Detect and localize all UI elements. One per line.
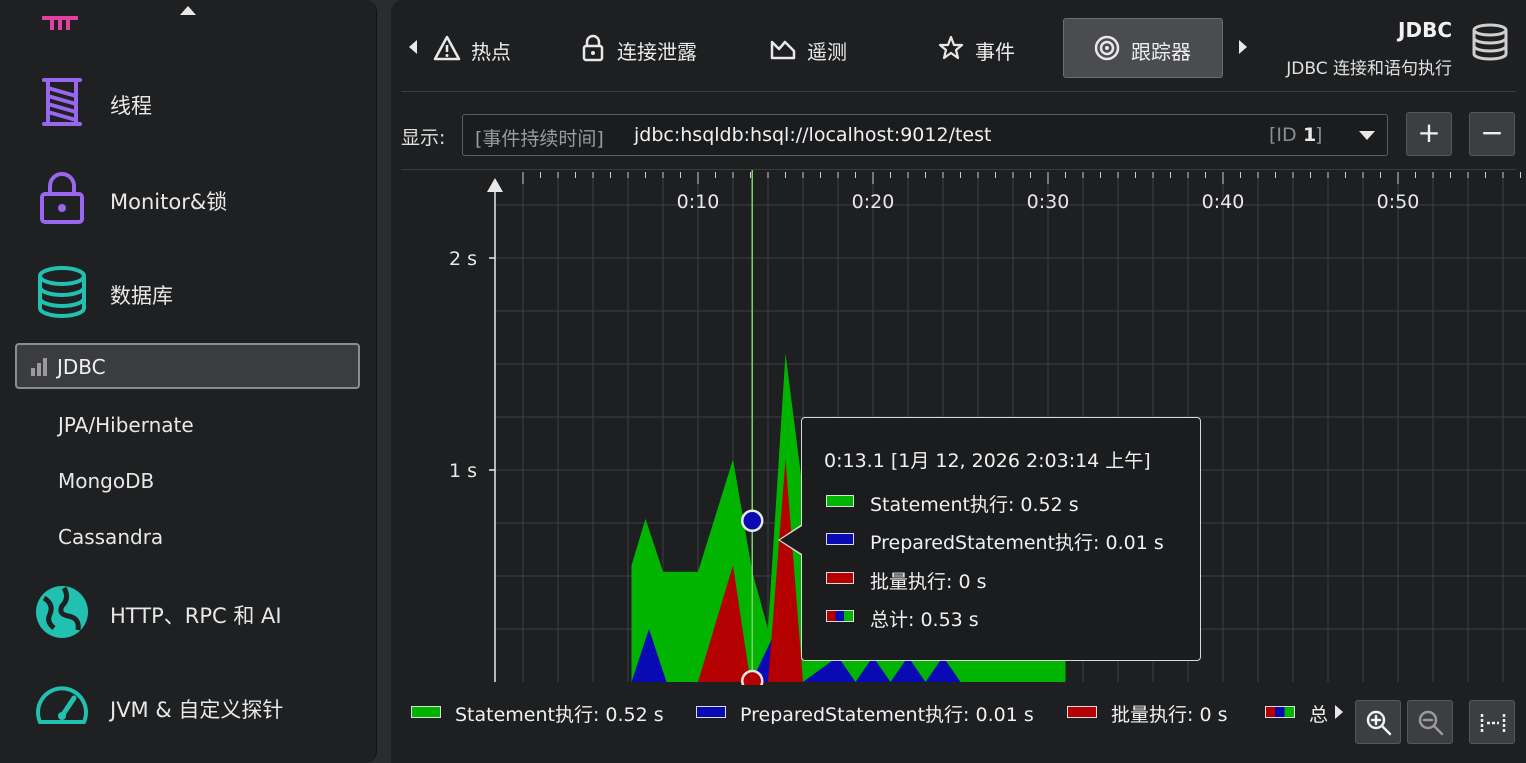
gauge-icon bbox=[36, 686, 88, 724]
tooltip-pointer-inner bbox=[780, 526, 802, 554]
globe-icon bbox=[36, 586, 88, 638]
legend-label: 批量执行: 0 s bbox=[1111, 704, 1228, 724]
tab-label: 跟踪器 bbox=[1131, 40, 1191, 64]
tabs-scroll-left[interactable] bbox=[409, 40, 417, 54]
tab-label: 事件 bbox=[975, 40, 1015, 64]
fit-width-button[interactable] bbox=[1469, 700, 1515, 744]
cursor-marker-prepared bbox=[741, 509, 764, 533]
chevron-down-icon bbox=[1359, 131, 1375, 140]
sidebar-item-label: 线程 bbox=[110, 94, 152, 118]
tooltip-row-label: PreparedStatement执行: 0.01 s bbox=[870, 532, 1164, 554]
sidebar-item-label: JDBC bbox=[57, 355, 106, 379]
zoom-out-button[interactable] bbox=[1407, 700, 1453, 744]
sidebar-item-label: HTTP、RPC 和 AI bbox=[110, 604, 282, 628]
prepared-swatch bbox=[826, 533, 854, 545]
legend-label: PreparedStatement执行: 0.01 s bbox=[740, 704, 1034, 724]
main-panel: 热点 连接泄露 遥测 事件 跟踪器 JDBC JDBC 连接和语句执行 显示: … bbox=[391, 0, 1526, 763]
database-icon bbox=[1472, 23, 1508, 61]
sidebar-item-database[interactable]: 数据库 bbox=[0, 254, 376, 334]
tooltip-row-label: 批量执行: 0 s bbox=[870, 571, 987, 593]
sidebar-item-label: JVM & 自定义探针 bbox=[110, 698, 284, 722]
add-button[interactable]: + bbox=[1406, 112, 1452, 156]
partial-icon bbox=[42, 16, 78, 30]
statement-swatch bbox=[411, 706, 441, 718]
view-subtitle: JDBC 连接和语句执行 bbox=[1286, 59, 1452, 79]
display-id-label: [ID bbox=[1269, 124, 1297, 146]
sidebar-subitem-cassandra[interactable]: Cassandra bbox=[58, 525, 163, 549]
sidebar-subitem-mongodb[interactable]: MongoDB bbox=[58, 469, 154, 493]
lock-icon bbox=[40, 172, 84, 224]
bars-icon bbox=[31, 358, 47, 376]
sidebar-subitem-jpa[interactable]: JPA/Hibernate bbox=[58, 413, 194, 437]
total-swatch bbox=[826, 610, 854, 622]
sidebar-item-threads[interactable]: 线程 bbox=[0, 64, 376, 144]
sidebar-item-http-rpc-ai[interactable]: HTTP、RPC 和 AI bbox=[0, 572, 376, 652]
display-prefix: [事件持续时间] bbox=[475, 128, 604, 150]
tracker-icon bbox=[1094, 35, 1120, 61]
sidebar-item-jdbc[interactable]: JDBC bbox=[15, 343, 360, 389]
prepared-swatch bbox=[696, 706, 726, 718]
display-value: jdbc:hsqldb:hsql://localhost:9012/test bbox=[634, 124, 992, 146]
legend-label: Statement执行: 0.52 s bbox=[455, 704, 664, 724]
tab-hotspots[interactable]: 热点 bbox=[433, 18, 543, 78]
tab-events[interactable]: 事件 bbox=[937, 18, 1047, 78]
chart-tooltip: 0:13.1 [1月 12, 2026 2:03:14 上午] Statemen… bbox=[801, 417, 1201, 661]
tab-bar: 热点 连接泄露 遥测 事件 跟踪器 JDBC JDBC 连接和语句执行 bbox=[391, 0, 1526, 92]
y-tick-label: 2 s bbox=[449, 248, 477, 270]
tab-connection-leaks[interactable]: 连接泄露 bbox=[579, 18, 719, 78]
y-axis-arrow bbox=[487, 178, 503, 192]
zoom-in-icon bbox=[1366, 710, 1392, 736]
view-title: JDBC bbox=[1398, 18, 1452, 42]
zoom-in-button[interactable] bbox=[1355, 700, 1401, 744]
cursor-marker-batch bbox=[741, 669, 764, 685]
database-icon bbox=[38, 266, 86, 318]
sidebar: 线程 Monitor&锁 数据库 JDBC JPA/Hibernate Mong… bbox=[0, 0, 377, 763]
telemetry-icon bbox=[770, 40, 796, 60]
display-id-close: ] bbox=[1315, 124, 1323, 146]
batch-swatch bbox=[1067, 706, 1097, 718]
display-label: 显示: bbox=[401, 127, 446, 149]
y-tick-label: 1 s bbox=[449, 460, 477, 482]
divider bbox=[401, 91, 1516, 92]
scroll-up-arrow[interactable] bbox=[180, 6, 196, 15]
statement-swatch bbox=[826, 495, 854, 507]
tooltip-time: 0:13.1 [1月 12, 2026 2:03:14 上午] bbox=[824, 450, 1151, 472]
tab-label: 遥测 bbox=[807, 40, 847, 64]
total-swatch bbox=[1265, 706, 1295, 718]
zoom-out-icon bbox=[1418, 710, 1444, 736]
x-tick-label: 0:10 bbox=[677, 191, 720, 213]
warning-icon bbox=[433, 35, 461, 61]
tabs-scroll-right[interactable] bbox=[1239, 40, 1247, 54]
fit-width-icon bbox=[1480, 714, 1506, 732]
legend-label: 总 bbox=[1309, 704, 1329, 724]
chart-legend: Statement执行: 0.52 s PreparedStatement执行:… bbox=[411, 700, 1341, 724]
tab-telemetry[interactable]: 遥测 bbox=[769, 18, 879, 78]
display-select[interactable]: [事件持续时间] jdbc:hsqldb:hsql://localhost:90… bbox=[462, 114, 1388, 156]
x-tick-label: 0:40 bbox=[1202, 191, 1245, 213]
tab-label: 连接泄露 bbox=[617, 40, 697, 64]
legend-scroll-right[interactable] bbox=[1335, 705, 1343, 719]
sidebar-item-label: 数据库 bbox=[110, 284, 173, 308]
lock-icon bbox=[582, 34, 604, 62]
sidebar-item-label: Monitor&锁 bbox=[110, 190, 228, 214]
star-icon bbox=[938, 35, 964, 60]
batch-swatch bbox=[826, 572, 854, 584]
tab-label: 热点 bbox=[471, 40, 511, 64]
x-tick-label: 0:50 bbox=[1377, 191, 1420, 213]
sidebar-item-monitor-locks[interactable]: Monitor&锁 bbox=[0, 160, 376, 240]
remove-button[interactable]: − bbox=[1469, 112, 1515, 156]
tooltip-row-label: Statement执行: 0.52 s bbox=[870, 494, 1079, 516]
x-tick-label: 0:30 bbox=[1027, 191, 1070, 213]
tooltip-row-label: 总计: 0.53 s bbox=[870, 609, 979, 631]
sidebar-item-jvm-probes[interactable]: JVM & 自定义探针 bbox=[0, 666, 376, 746]
x-tick-label: 0:20 bbox=[852, 191, 895, 213]
tab-tracker[interactable]: 跟踪器 bbox=[1063, 18, 1223, 78]
spool-icon bbox=[42, 78, 82, 126]
